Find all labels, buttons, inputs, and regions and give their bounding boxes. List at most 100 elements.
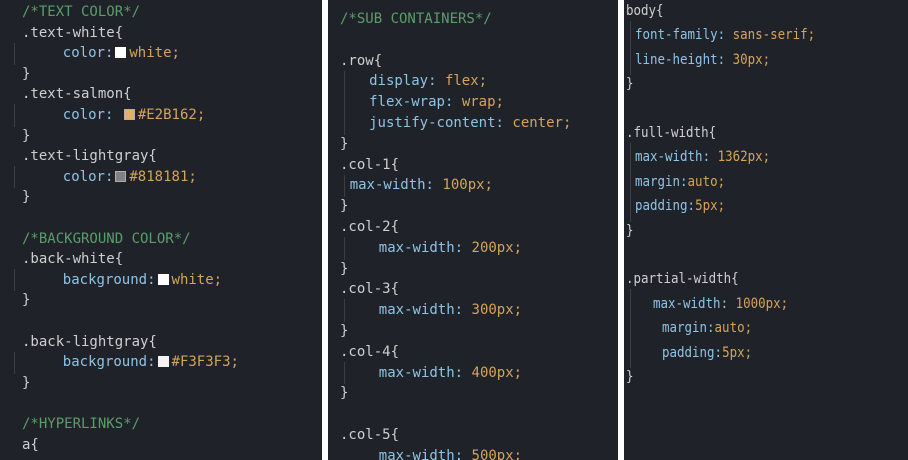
code-selector-line[interactable]: .col-4{ <box>340 343 399 361</box>
indent-guide <box>14 104 15 127</box>
code-declaration[interactable]: line-height: 30px; <box>635 51 770 69</box>
code-declaration[interactable]: color: #818181; <box>63 168 197 186</box>
code-declaration[interactable]: padding:5px; <box>635 197 725 215</box>
closing-brace: } <box>22 127 31 144</box>
code-comment[interactable]: /*BACKGROUND COLOR*/ <box>22 230 191 248</box>
code-declaration[interactable]: max-width: 200px; <box>379 239 522 257</box>
css-selector: .back-lightgray{ <box>22 333 157 350</box>
code-declaration[interactable]: max-width: 1000px; <box>653 295 788 313</box>
code-selector-line[interactable]: .text-white{ <box>22 24 123 42</box>
css-selector: .col-5{ <box>340 427 400 443</box>
code-declaration[interactable]: max-width: 100px; <box>350 176 493 194</box>
closing-brace: } <box>626 369 634 385</box>
css-property: background: <box>62 354 156 371</box>
color-swatch-icon[interactable] <box>157 356 169 368</box>
css-value: 5px; <box>695 198 726 215</box>
code-selector-line[interactable]: .col-5{ <box>340 426 399 444</box>
code-declaration[interactable]: color: white; <box>63 44 180 62</box>
css-selector: a{ <box>22 436 39 453</box>
comment-text: /*BACKGROUND COLOR*/ <box>22 230 191 247</box>
css-value: #F3F3F3; <box>171 354 239 371</box>
code-declaration[interactable]: background: white; <box>63 271 222 289</box>
code-panel-sub-containers[interactable]: /*SUB CONTAINERS*/ .row{ display: flex; fle… <box>328 0 618 460</box>
css-value: 1000px; <box>735 295 789 312</box>
comment-text: /*TEXT COLOR*/ <box>22 4 141 20</box>
code-closing-brace[interactable]: } <box>22 374 30 392</box>
code-declaration[interactable]: justify-content: center; <box>369 114 571 132</box>
css-property: max-width: <box>635 149 718 166</box>
css-property: max-width: <box>378 364 472 381</box>
css-value: auto; <box>687 173 726 190</box>
code-selector-line[interactable]: .back-lightgray{ <box>22 333 157 351</box>
code-selector-line[interactable]: .row{ <box>340 52 382 70</box>
code-selector-line[interactable]: .text-salmon{ <box>22 85 132 103</box>
code-declaration[interactable]: max-width: 300px; <box>379 301 522 319</box>
closing-brace: } <box>22 292 31 309</box>
code-selector-line[interactable]: .col-1{ <box>340 156 399 174</box>
code-closing-brace[interactable]: } <box>22 188 30 206</box>
css-property: max-width: <box>378 302 472 319</box>
code-selector-line[interactable]: .partial-width{ <box>626 270 739 288</box>
code-comment[interactable]: /*TEXT COLOR*/ <box>22 3 140 21</box>
code-declaration[interactable]: background: #F3F3F3; <box>63 353 239 371</box>
code-declaration[interactable]: font-family: sans-serif; <box>635 26 815 44</box>
code-selector-line[interactable]: .col-3{ <box>340 280 399 298</box>
code-selector-line[interactable]: .back-white{ <box>22 250 123 268</box>
code-closing-brace[interactable]: } <box>340 384 348 402</box>
code-declaration[interactable]: max-width: 400px; <box>379 364 522 382</box>
code-closing-brace[interactable]: } <box>22 65 30 83</box>
css-property: font-family: <box>635 27 733 44</box>
code-panel-layout-widths[interactable]: body{ font-family: sans-serif; line-height… <box>624 0 908 460</box>
code-closing-brace[interactable]: } <box>340 260 348 278</box>
css-selector: .text-lightgray{ <box>22 148 157 165</box>
css-value: 100px; <box>442 177 493 194</box>
color-swatch-icon[interactable] <box>115 47 127 59</box>
css-property: margin: <box>662 320 715 337</box>
indent-guide <box>14 166 15 189</box>
code-selector-line[interactable]: .text-lightgray{ <box>22 147 157 165</box>
code-closing-brace[interactable]: } <box>340 135 348 153</box>
code-declaration[interactable]: display: flex; <box>369 72 487 90</box>
code-comment[interactable]: /*SUB CONTAINERS*/ <box>340 10 492 28</box>
css-property: line-height: <box>635 51 733 68</box>
css-value: white; <box>129 45 180 62</box>
code-comment[interactable]: /*HYPERLINKS*/ <box>22 415 140 433</box>
code-closing-brace[interactable]: } <box>626 368 634 386</box>
code-closing-brace[interactable]: } <box>340 322 348 340</box>
css-value: 300px; <box>471 302 523 319</box>
css-value: sans-serif; <box>732 27 816 44</box>
color-swatch-icon[interactable] <box>115 170 127 182</box>
code-closing-brace[interactable]: } <box>626 222 634 240</box>
code-declaration[interactable]: padding:5px; <box>662 344 752 362</box>
indent-guide <box>344 299 345 322</box>
code-declaration[interactable]: max-width: 500px; <box>379 447 522 460</box>
code-declaration[interactable]: color: #E2B162; <box>63 106 205 124</box>
code-selector-line[interactable]: .col-2{ <box>340 218 399 236</box>
code-closing-brace[interactable]: } <box>22 291 30 309</box>
code-closing-brace[interactable]: } <box>340 197 348 215</box>
code-closing-brace[interactable]: } <box>626 75 634 93</box>
code-closing-brace[interactable]: } <box>22 127 30 145</box>
code-declaration[interactable]: margin:auto; <box>635 173 725 191</box>
code-selector-line[interactable]: .full-width{ <box>626 124 716 142</box>
code-selector-line[interactable]: a{ <box>22 436 39 454</box>
css-value: #E2B162; <box>137 107 206 123</box>
css-selector: .col-3{ <box>340 281 400 298</box>
color-swatch-icon[interactable] <box>157 273 169 285</box>
css-value: 30px; <box>732 51 771 68</box>
code-selector-line[interactable]: body{ <box>626 2 664 20</box>
indent-guide <box>344 70 345 135</box>
css-value: white; <box>171 271 223 288</box>
css-value: 500px; <box>471 447 523 460</box>
comment-text: /*SUB CONTAINERS*/ <box>340 11 492 27</box>
color-swatch-icon[interactable] <box>123 109 135 120</box>
closing-brace: } <box>626 76 634 93</box>
css-selector: .text-white{ <box>22 24 124 41</box>
code-declaration[interactable]: margin:auto; <box>662 319 752 337</box>
css-selector: .row{ <box>340 52 383 69</box>
code-panel-text-colors[interactable]: /*TEXT COLOR*/ .text-white{ color: white;}.… <box>0 0 322 460</box>
indent-guide <box>630 289 631 368</box>
css-property: margin: <box>635 173 688 190</box>
code-declaration[interactable]: flex-wrap: wrap; <box>369 93 504 111</box>
code-declaration[interactable]: max-width: 1362px; <box>635 148 770 166</box>
